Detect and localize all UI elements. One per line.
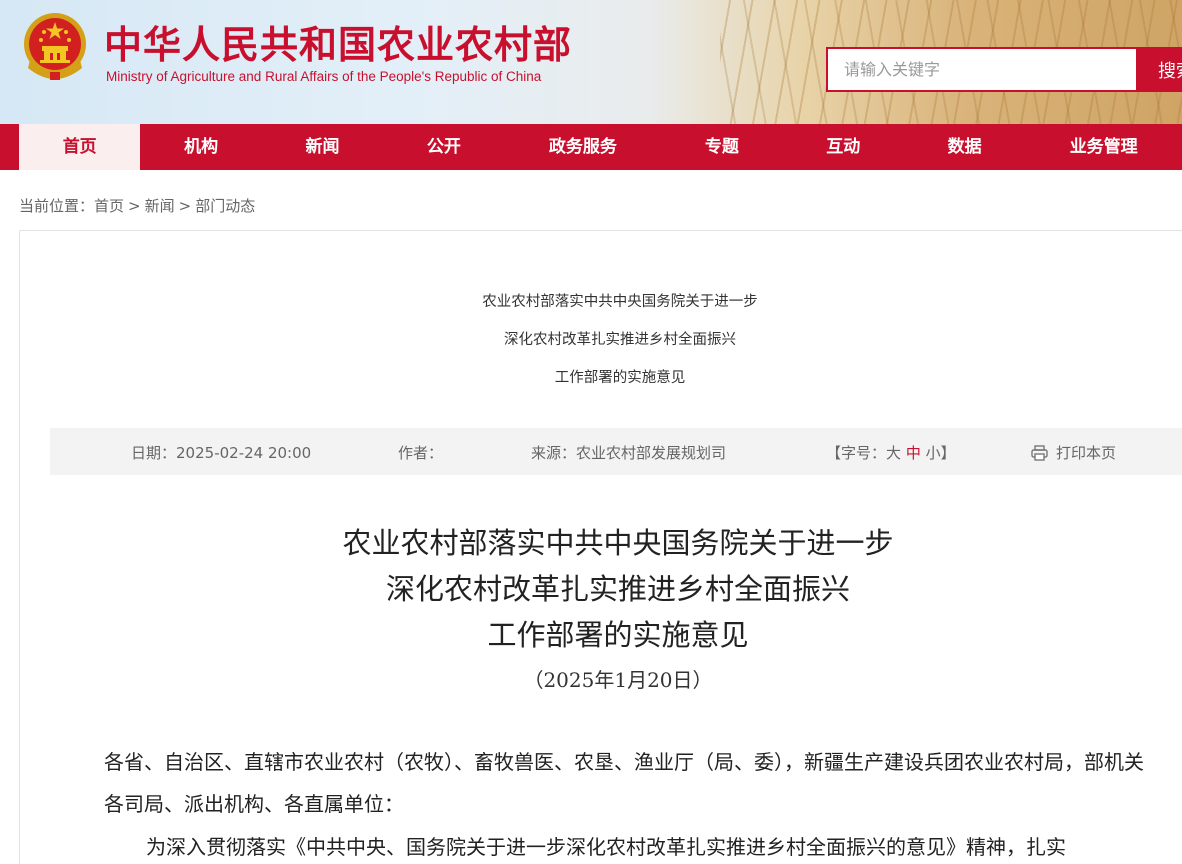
nav-item-data[interactable]: 数据	[904, 124, 1025, 170]
article-date-line: （2025年1月20日）	[523, 668, 713, 692]
article-title-line-1: 农业农村部落实中共中央国务院关于进一步	[342, 526, 894, 560]
nav-item-news[interactable]: 新闻	[262, 124, 383, 170]
top-title-line-3: 工作部署的实施意见	[554, 370, 686, 386]
breadcrumb-news[interactable]: 新闻	[145, 197, 175, 215]
meta-source-label: 来源：	[531, 444, 577, 462]
font-size-label: 【字号：	[826, 444, 887, 462]
nav-item-topics[interactable]: 专题	[661, 124, 782, 170]
nav-item-home[interactable]: 首页	[19, 124, 141, 170]
meta-date-label: 日期：	[131, 444, 177, 462]
nav-item-public[interactable]: 公开	[383, 124, 504, 170]
font-large-button[interactable]: 大	[886, 444, 901, 462]
breadcrumb-separator: >	[178, 197, 192, 215]
font-medium-button[interactable]: 中	[906, 444, 921, 462]
printer-icon	[1031, 445, 1048, 461]
search-button[interactable]: 搜索	[1138, 47, 1182, 92]
article-meta-bar: 日期：2025-02-24 20:00 作者： 来源：农业农村部发展规划司 【字…	[50, 428, 1182, 475]
print-button[interactable]: 打印本页	[1031, 442, 1116, 463]
print-label: 打印本页	[1056, 444, 1117, 462]
site-title: 中华人民共和国农业农村部	[104, 23, 573, 67]
breadcrumb-dept-news[interactable]: 部门动态	[195, 197, 255, 215]
font-size-close: 】	[940, 444, 956, 462]
article-paragraph-2: 为深入贯彻落实《中共中央、国务院关于进一步深化农村改革扎实推进乡村全面振兴的意见…	[146, 835, 1066, 859]
nav-item-gov-services[interactable]: 政务服务	[505, 124, 662, 170]
article-title-line-2: 深化农村改革扎实推进乡村全面振兴	[385, 572, 850, 606]
article-paragraph-1: 各省、自治区、直辖市农业农村（农牧）、畜牧兽医、农垦、渔业厅（局、委），新疆生产…	[104, 750, 1144, 816]
font-small-button[interactable]: 小	[926, 444, 941, 462]
top-title-line-2: 深化农村改革扎实推进乡村全面振兴	[504, 332, 736, 348]
meta-date-value: 2025-02-24 20:00	[176, 444, 312, 462]
site-subtitle: Ministry of Agriculture and Rural Affair…	[106, 69, 542, 84]
main-nav: 首页 机构 新闻 公开 政务服务 专题 互动 数据 业务管理	[0, 124, 1182, 170]
breadcrumb-prefix: 当前位置：	[19, 197, 95, 215]
top-title-line-1: 农业农村部落实中共中央国务院关于进一步	[482, 294, 758, 310]
site-header: 中华人民共和国农业农村部 Ministry of Agriculture and…	[0, 0, 1182, 124]
nav-item-interaction[interactable]: 互动	[783, 124, 904, 170]
breadcrumb-separator: >	[128, 197, 141, 215]
meta-source: 来源：农业农村部发展规划司	[531, 442, 726, 463]
search-input[interactable]	[826, 47, 1138, 92]
meta-author-label: 作者：	[398, 444, 444, 462]
breadcrumb: 当前位置：首页 > 新闻 > 部门动态	[19, 195, 255, 216]
article-title-line-3: 工作部署的实施意见	[487, 618, 749, 652]
font-size-controls: 【字号：大 中 小】	[826, 442, 956, 463]
breadcrumb-home[interactable]: 首页	[94, 197, 124, 215]
nav-item-business-management[interactable]: 业务管理	[1025, 124, 1182, 170]
national-emblem-icon	[24, 13, 86, 80]
meta-source-value: 农业农村部发展规划司	[576, 444, 727, 462]
meta-date: 日期：2025-02-24 20:00	[131, 442, 311, 463]
nav-item-institutions[interactable]: 机构	[140, 124, 261, 170]
